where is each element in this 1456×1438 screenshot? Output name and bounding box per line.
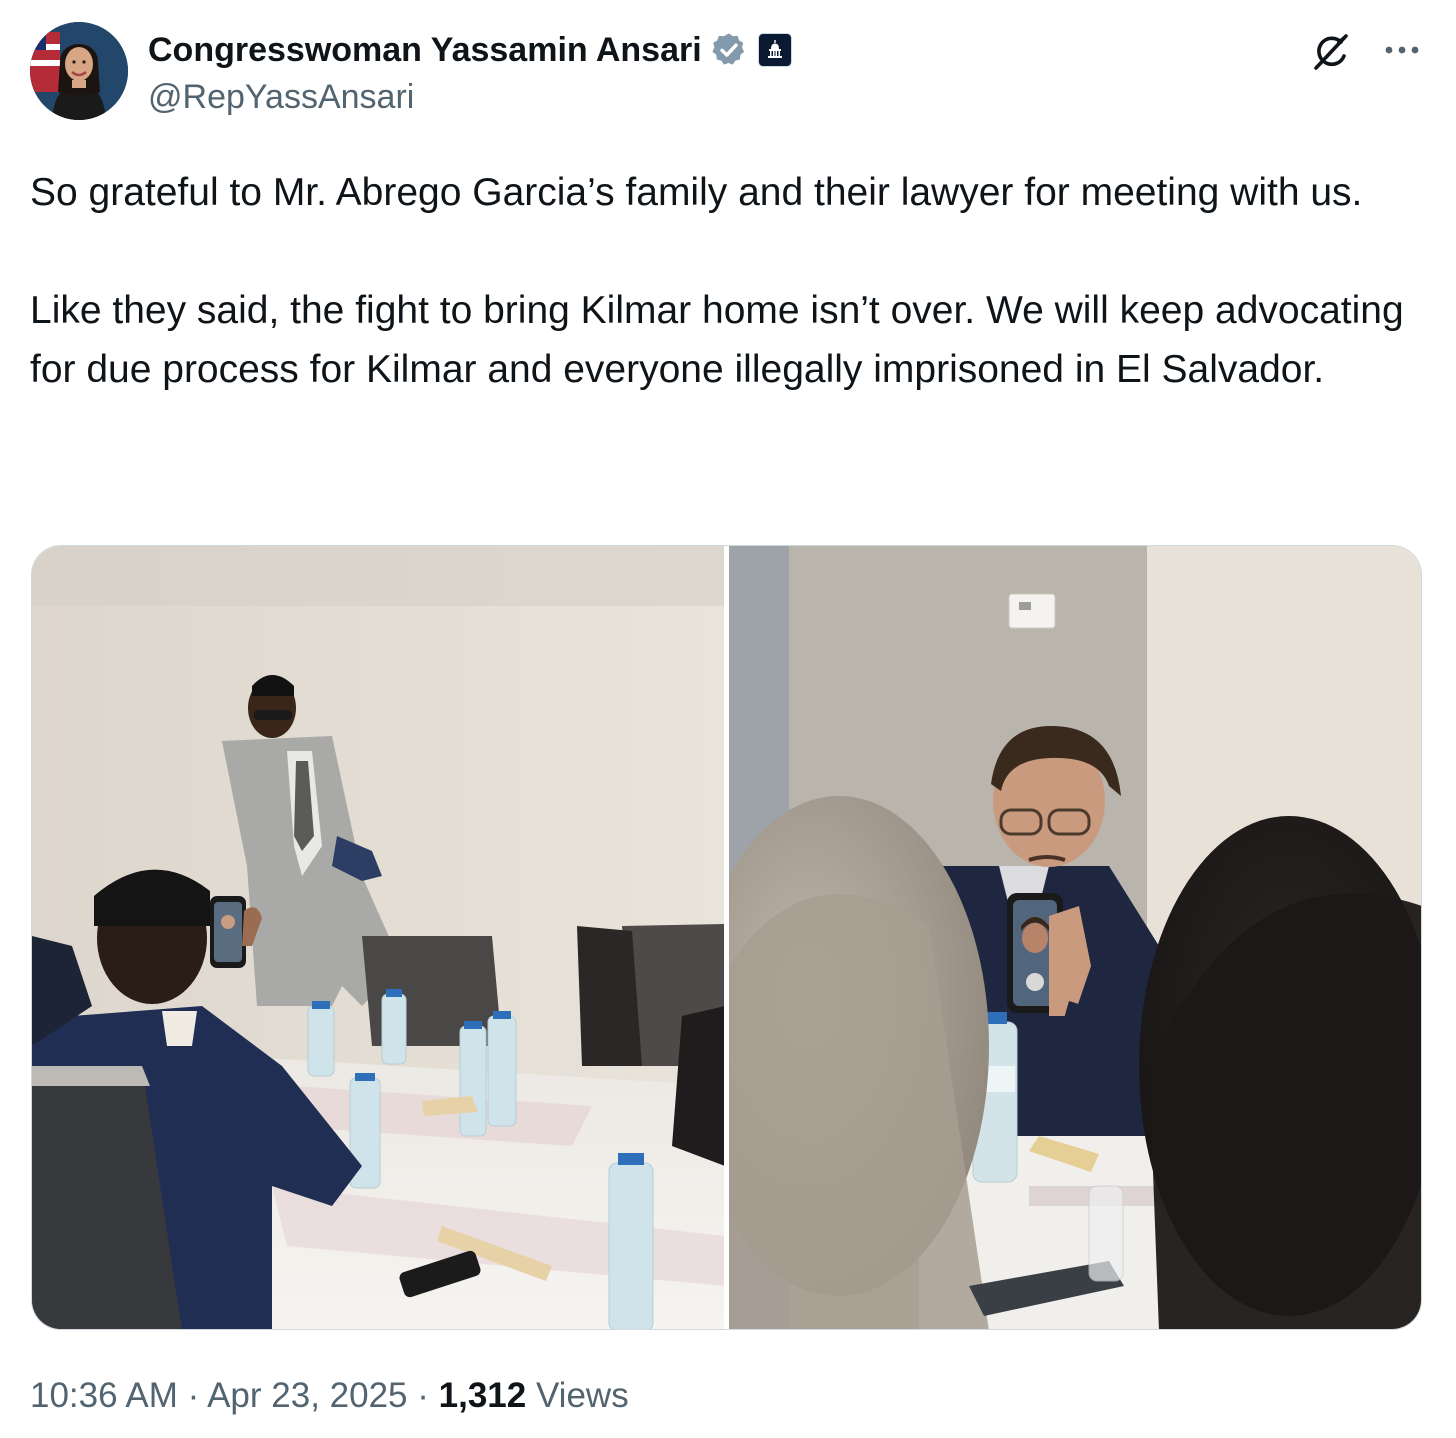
author-name-row: Congresswoman Yassamin Ansari xyxy=(148,28,792,72)
more-horizontal-icon[interactable] xyxy=(1384,40,1420,60)
tweet-text: So grateful to Mr. Abrego Garcia’s famil… xyxy=(30,171,1404,391)
grok-icon[interactable] xyxy=(1308,30,1352,74)
photo-meeting-room-standing-man[interactable] xyxy=(32,546,724,1329)
tweet-date[interactable]: Apr 23, 2025 xyxy=(207,1376,407,1415)
author-display-name[interactable]: Congresswoman Yassamin Ansari xyxy=(148,31,702,70)
views-count[interactable]: 1,312 xyxy=(439,1376,527,1415)
verified-badge-icon[interactable] xyxy=(710,31,748,69)
tweet-time[interactable]: 10:36 AM xyxy=(30,1376,178,1415)
views-label: Views xyxy=(535,1376,629,1415)
photo-man-holding-phone-video-call[interactable] xyxy=(729,546,1421,1329)
tweet-meta: 10:36 AM · Apr 23, 2025 · 1,312 Views xyxy=(30,1376,629,1416)
tweet-header: Congresswoman Yassamin Ansari @RepYassAn… xyxy=(30,22,1426,122)
avatar[interactable] xyxy=(30,22,128,120)
meta-separator: · xyxy=(187,1376,200,1415)
tweet-media-grid xyxy=(31,545,1422,1330)
meta-separator: · xyxy=(417,1376,429,1415)
us-capitol-icon[interactable] xyxy=(757,33,792,67)
author-handle[interactable]: @RepYassAnsari xyxy=(148,78,414,117)
